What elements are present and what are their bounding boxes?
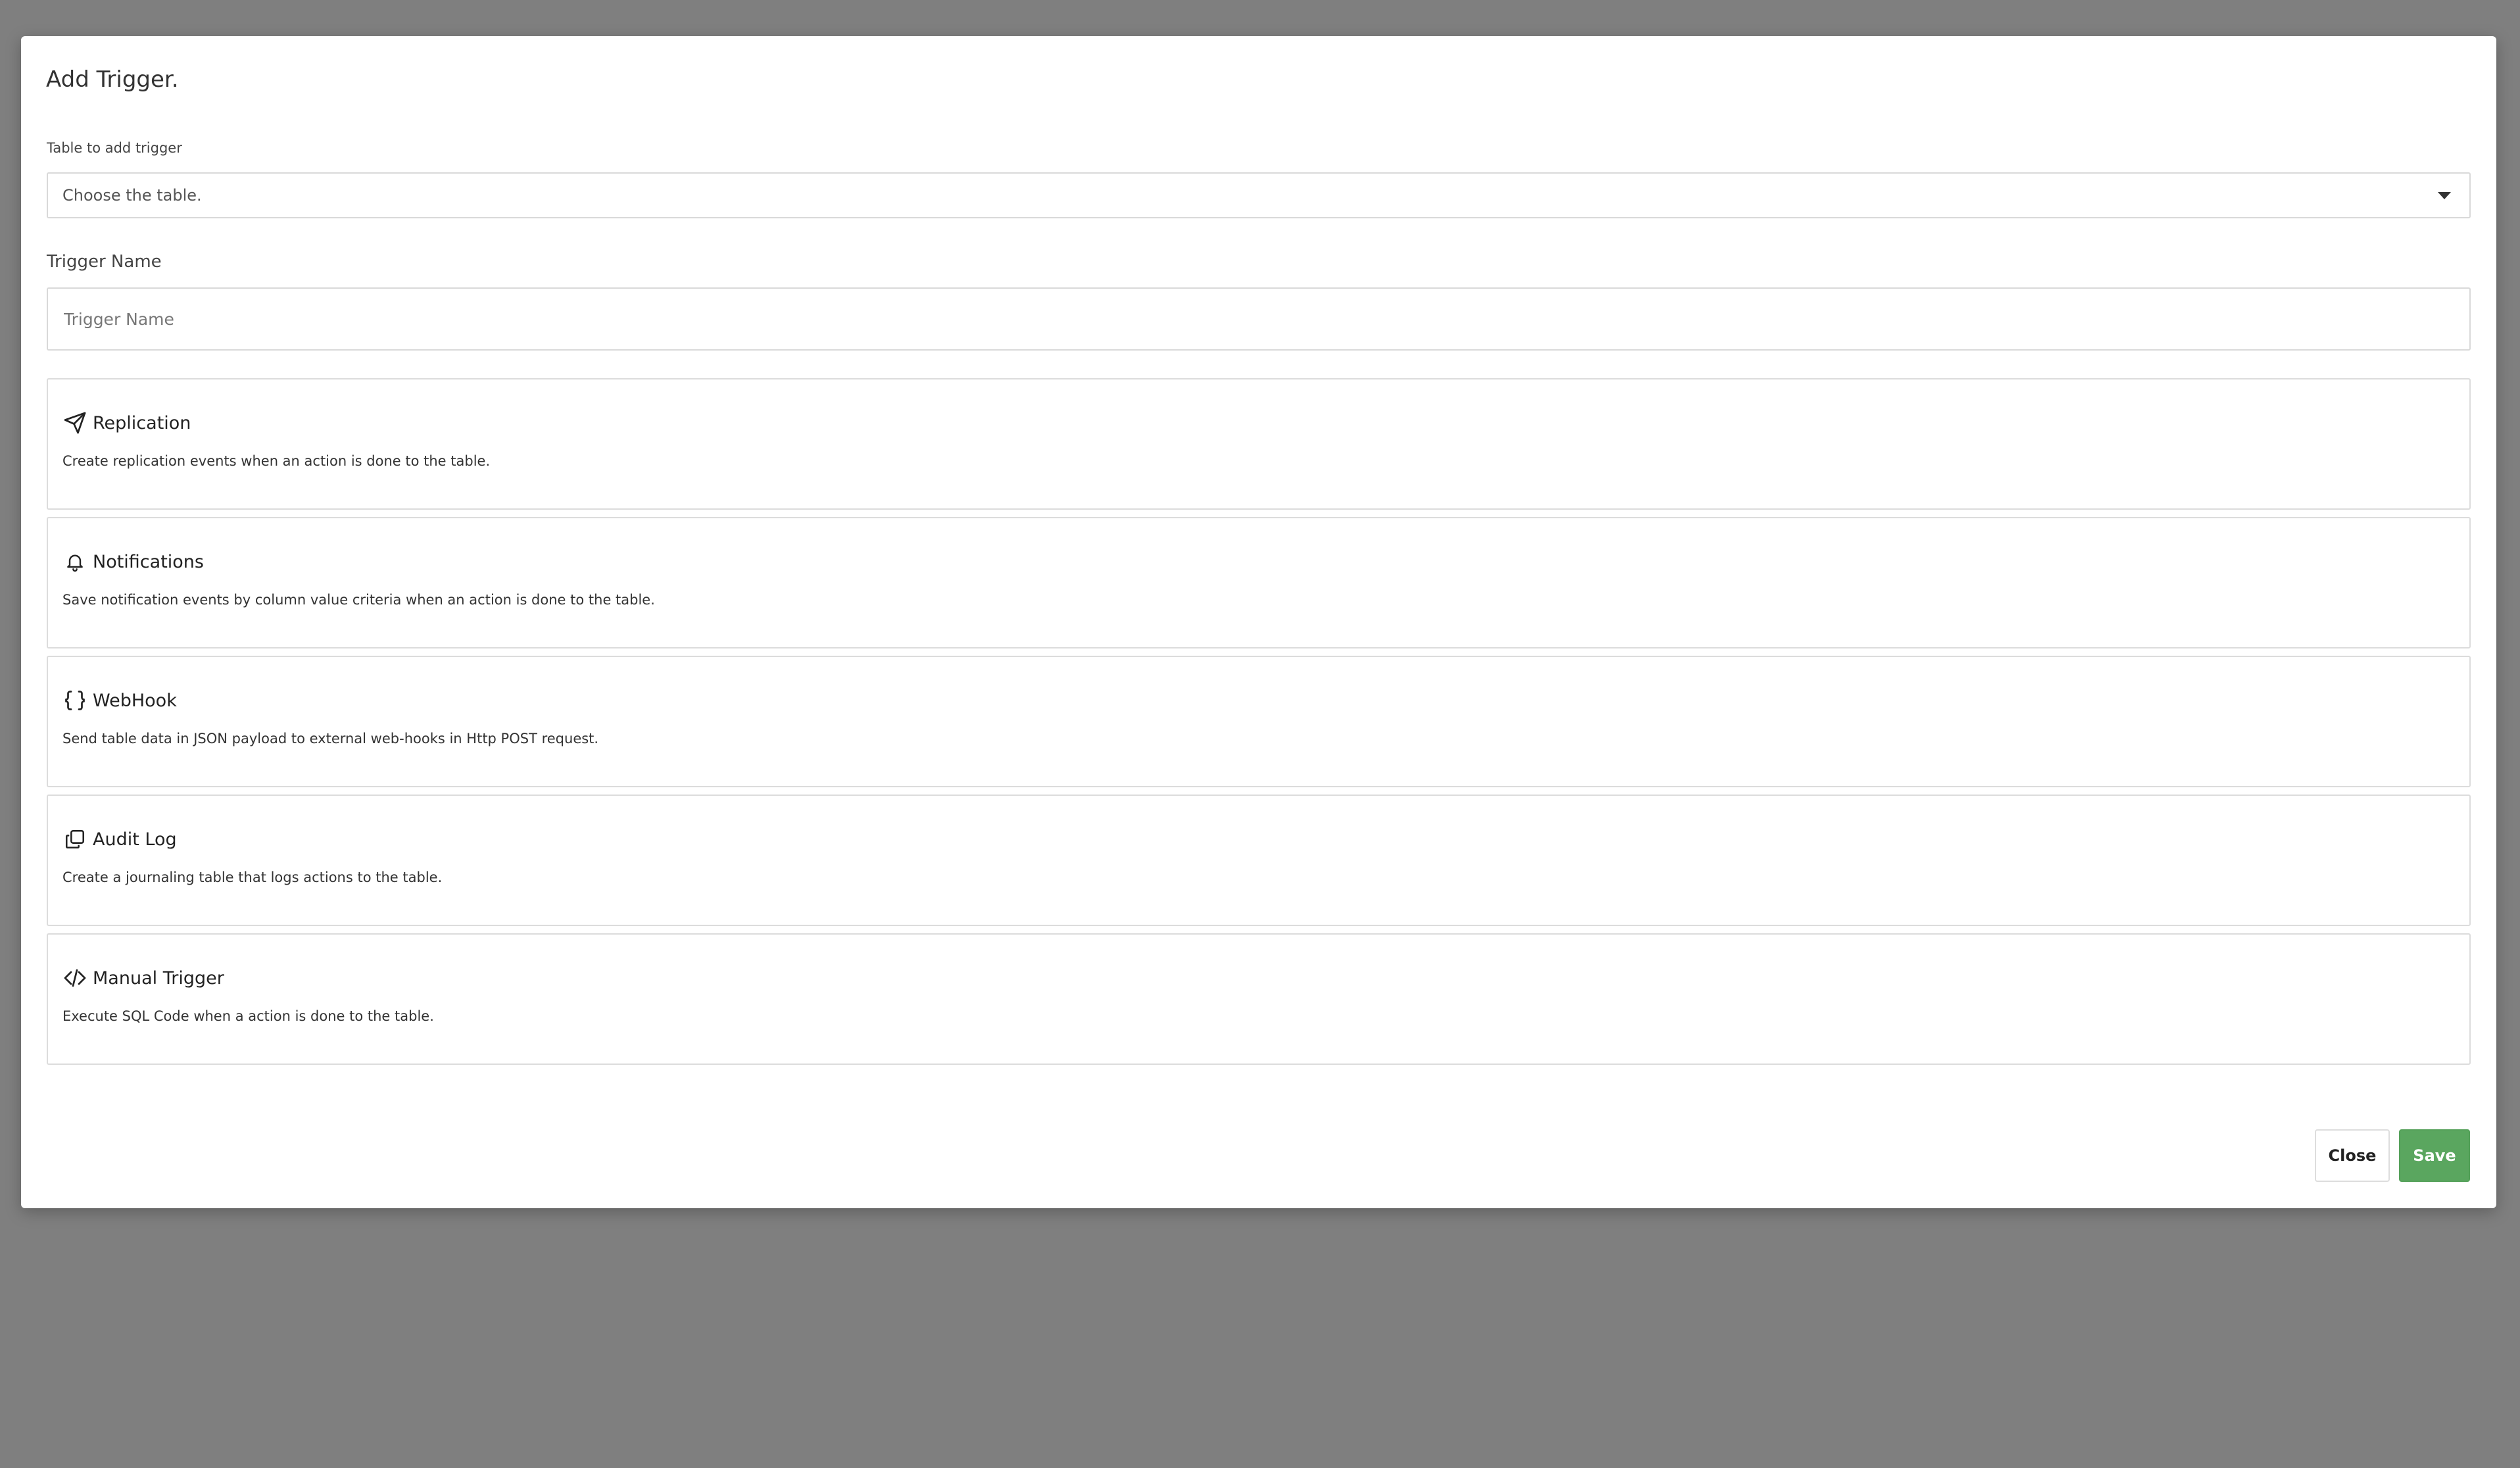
option-header: WebHook bbox=[62, 687, 177, 714]
option-webhook[interactable]: WebHook Send table data in JSON payload … bbox=[47, 656, 2471, 787]
code-icon bbox=[62, 966, 87, 991]
caret-down-icon bbox=[2438, 192, 2451, 199]
option-title: Replication bbox=[93, 412, 191, 433]
option-replication[interactable]: Replication Create replication events wh… bbox=[47, 378, 2471, 510]
modal-title: Add Trigger. bbox=[46, 66, 179, 93]
trigger-name-label: Trigger Name bbox=[47, 252, 162, 272]
option-title: Manual Trigger bbox=[93, 967, 224, 989]
option-notifications[interactable]: Notifications Save notification events b… bbox=[47, 517, 2471, 648]
paper-plane-icon bbox=[62, 410, 87, 435]
option-header: Notifications bbox=[62, 549, 204, 575]
bell-icon bbox=[62, 549, 87, 574]
option-header: Manual Trigger bbox=[62, 965, 224, 991]
option-description: Execute SQL Code when a action is done t… bbox=[62, 1008, 434, 1024]
option-description: Create a journaling table that logs acti… bbox=[62, 869, 443, 885]
braces-icon bbox=[62, 688, 87, 713]
option-description: Send table data in JSON payload to exter… bbox=[62, 731, 599, 746]
trigger-name-input[interactable] bbox=[47, 287, 2471, 351]
option-header: Replication bbox=[62, 410, 191, 436]
copy-icon bbox=[62, 827, 87, 852]
option-description: Create replication events when an action… bbox=[62, 453, 491, 469]
table-select-value: Choose the table. bbox=[62, 186, 202, 205]
option-description: Save notification events by column value… bbox=[62, 592, 655, 608]
option-manual-trigger[interactable]: Manual Trigger Execute SQL Code when a a… bbox=[47, 933, 2471, 1065]
add-trigger-modal: Add Trigger. Table to add trigger Choose… bbox=[21, 36, 2496, 1208]
option-title: Notifications bbox=[93, 551, 204, 572]
option-title: WebHook bbox=[93, 690, 177, 711]
close-button[interactable]: Close bbox=[2315, 1129, 2390, 1182]
option-header: Audit Log bbox=[62, 826, 177, 852]
table-select[interactable]: Choose the table. bbox=[47, 172, 2471, 218]
option-title: Audit Log bbox=[93, 829, 177, 850]
save-button[interactable]: Save bbox=[2399, 1129, 2470, 1182]
table-select-label: Table to add trigger bbox=[47, 140, 182, 156]
option-audit-log[interactable]: Audit Log Create a journaling table that… bbox=[47, 795, 2471, 926]
